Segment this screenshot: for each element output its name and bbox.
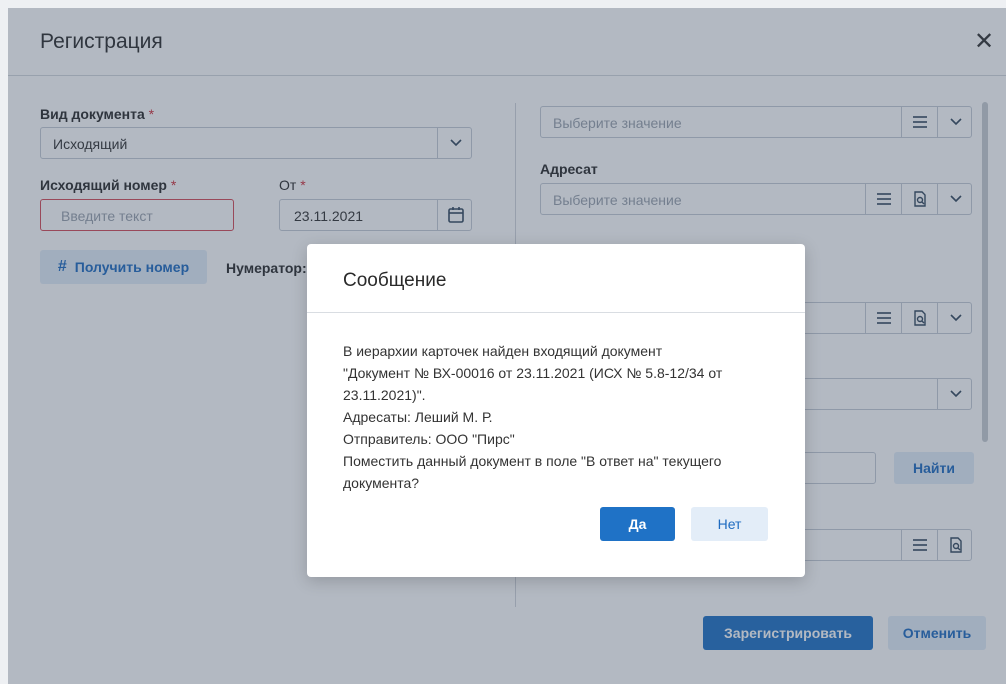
message-line: В иерархии карточек найден входящий доку… [343, 343, 663, 359]
yes-button[interactable]: Да [600, 507, 675, 541]
modal-divider [307, 312, 805, 313]
modal-message: В иерархии карточек найден входящий доку… [343, 340, 783, 494]
message-line: документа? [343, 475, 420, 491]
message-line: "Документ № ВХ-00016 от 23.11.2021 (ИСХ … [343, 365, 723, 381]
message-line: Поместить данный документ в поле "В отве… [343, 453, 722, 469]
message-line: 23.11.2021)". [343, 387, 426, 403]
message-modal: Сообщение В иерархии карточек найден вхо… [307, 244, 805, 577]
modal-title: Сообщение [343, 270, 447, 291]
message-line: Отправитель: ООО "Пирс" [343, 431, 515, 447]
message-line: Адресаты: Леший М. Р. [343, 409, 493, 425]
screen: Регистрация ✕ Вид документа * Исходящий … [0, 0, 1006, 684]
no-button[interactable]: Нет [691, 507, 768, 541]
